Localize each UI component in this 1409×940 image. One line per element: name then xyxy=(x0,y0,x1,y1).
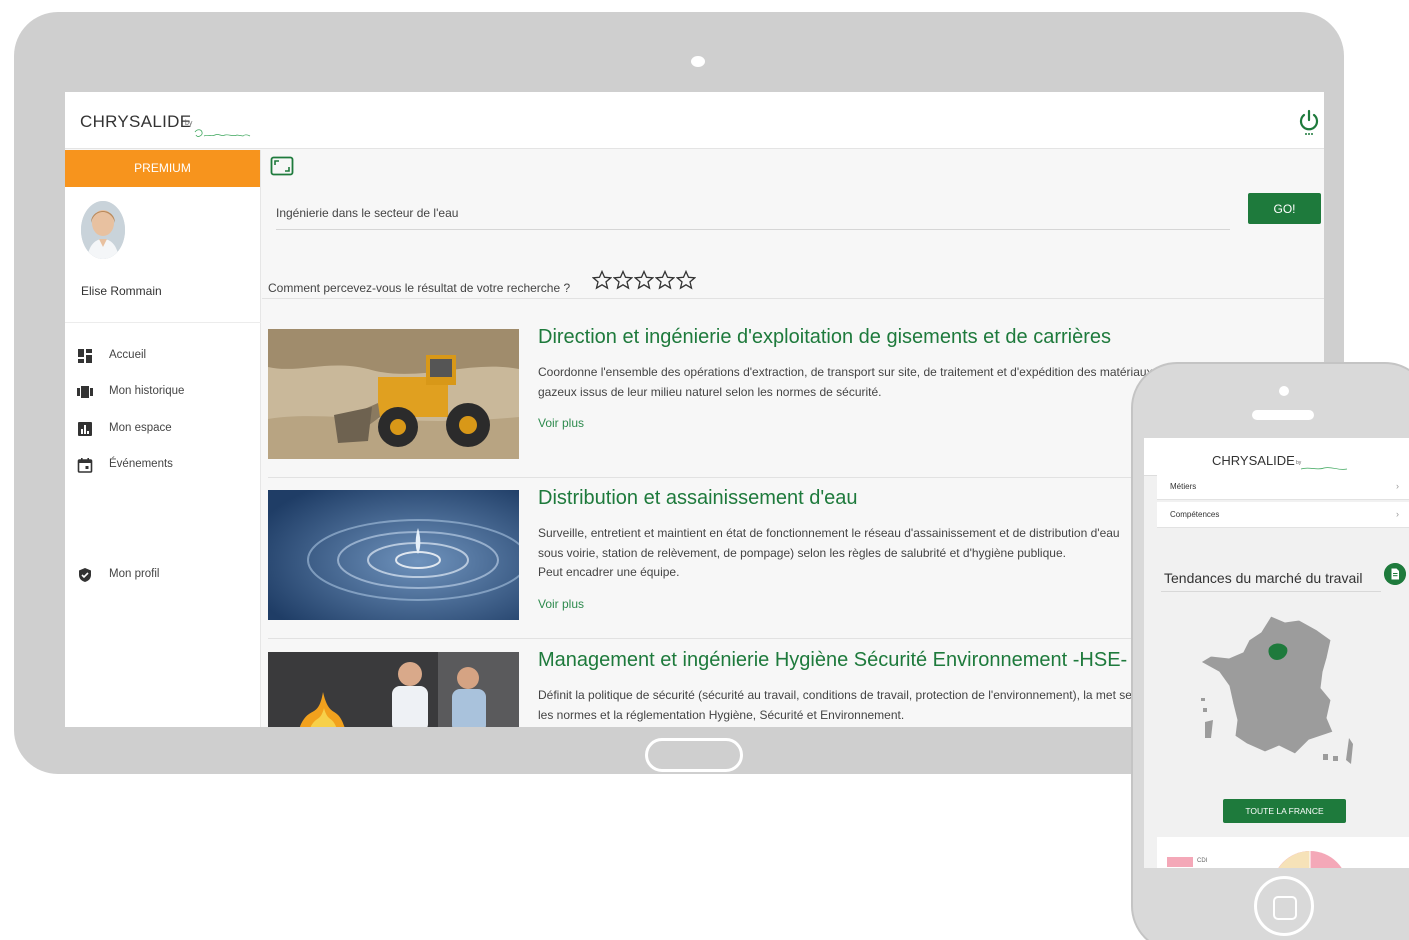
sidebar-item-profil[interactable]: Mon profil xyxy=(65,562,261,588)
avatar[interactable] xyxy=(81,201,125,259)
history-icon xyxy=(77,386,93,398)
go-button[interactable]: GO! xyxy=(1248,193,1321,224)
star-icon[interactable] xyxy=(655,270,675,290)
app-header: CHRYSALIDE by xyxy=(65,92,1324,149)
contract-chart-card: CDI xyxy=(1157,837,1409,868)
star-icon[interactable] xyxy=(634,270,654,290)
phone-speaker xyxy=(1252,410,1314,420)
rating-stars xyxy=(592,270,697,295)
result-thumbnail[interactable] xyxy=(268,652,519,727)
legend-label: CDI xyxy=(1197,858,1208,864)
sidebar-item-evenements[interactable]: Événements xyxy=(65,452,261,478)
sidebar-item-espace[interactable]: Mon espace xyxy=(65,416,261,442)
phone-camera xyxy=(1279,386,1289,396)
sidebar-item-label: Mon profil xyxy=(109,568,160,580)
result-thumbnail[interactable] xyxy=(268,490,519,620)
dashboard-icon xyxy=(78,349,92,363)
result-thumbnail[interactable] xyxy=(268,329,519,459)
logo-signature xyxy=(194,129,251,137)
document-icon[interactable] xyxy=(1384,563,1406,585)
result-title[interactable]: Distribution et assainissement d'eau xyxy=(538,487,858,510)
phone-menu-metiers[interactable]: Métiers › xyxy=(1157,474,1409,500)
phone-menu-label: Métiers xyxy=(1170,482,1197,491)
chevron-right-icon: › xyxy=(1396,509,1399,519)
star-icon[interactable] xyxy=(676,270,696,290)
result-title[interactable]: Management et ingénierie Hygiène Sécurit… xyxy=(538,649,1137,672)
sidebar-item-label: Accueil xyxy=(109,349,147,361)
phone-header: CHRYSALIDE by xyxy=(1144,438,1409,476)
divider xyxy=(262,298,1324,299)
bar-chart-icon xyxy=(78,422,92,436)
result-description: Définit la politique de sécurité (sécuri… xyxy=(538,688,1148,722)
see-more-link[interactable]: Voir plus xyxy=(538,416,584,430)
expand-icon[interactable] xyxy=(270,156,294,176)
phone-menu-competences[interactable]: Compétences › xyxy=(1157,502,1409,528)
rating-question: Comment percevez-vous le résultat de vot… xyxy=(268,281,571,295)
legend-swatch xyxy=(1167,857,1193,867)
result-title[interactable]: Direction et ingénierie d'exploitation d… xyxy=(538,326,1111,349)
sidebar-item-label: Mon espace xyxy=(109,422,172,434)
star-icon[interactable] xyxy=(592,270,612,290)
france-map[interactable] xyxy=(1199,614,1355,769)
tablet-camera xyxy=(691,56,705,67)
all-france-button[interactable]: TOUTE LA FRANCE xyxy=(1223,799,1346,823)
sidebar: PREMIUM Elise Rommain Accueil Mon histor… xyxy=(65,150,261,727)
phone-logo[interactable]: CHRYSALIDE xyxy=(1212,453,1295,468)
app-logo[interactable]: CHRYSALIDE xyxy=(80,112,191,132)
logo-by: by xyxy=(185,120,193,127)
phone-logo-signature xyxy=(1300,467,1348,470)
tablet-home-button[interactable] xyxy=(645,738,743,772)
phone-home-button[interactable] xyxy=(1254,876,1314,936)
phone-screen: CHRYSALIDE by Métiers › Compétences › Te… xyxy=(1144,438,1409,868)
shield-icon xyxy=(79,568,91,582)
calendar-icon xyxy=(77,458,93,473)
phone-menu-label: Compétences xyxy=(1170,510,1220,519)
search-input[interactable] xyxy=(276,196,1230,230)
sidebar-item-historique[interactable]: Mon historique xyxy=(65,379,261,405)
see-more-link[interactable]: Voir plus xyxy=(538,597,584,611)
sidebar-divider xyxy=(65,322,261,323)
premium-button[interactable]: PREMIUM xyxy=(65,150,260,187)
sidebar-item-accueil[interactable]: Accueil xyxy=(65,343,261,369)
divider xyxy=(1161,591,1381,592)
sidebar-item-label: Mon historique xyxy=(109,385,185,397)
phone-device: CHRYSALIDE by Métiers › Compétences › Te… xyxy=(1131,362,1409,940)
user-name: Elise Rommain xyxy=(81,284,162,298)
sidebar-item-label: Événements xyxy=(109,458,173,470)
power-icon[interactable] xyxy=(1297,108,1321,136)
star-icon[interactable] xyxy=(613,270,633,290)
trends-title: Tendances du marché du travail xyxy=(1164,570,1363,586)
contract-pie-chart[interactable] xyxy=(1270,849,1350,868)
chevron-right-icon: › xyxy=(1396,481,1399,491)
